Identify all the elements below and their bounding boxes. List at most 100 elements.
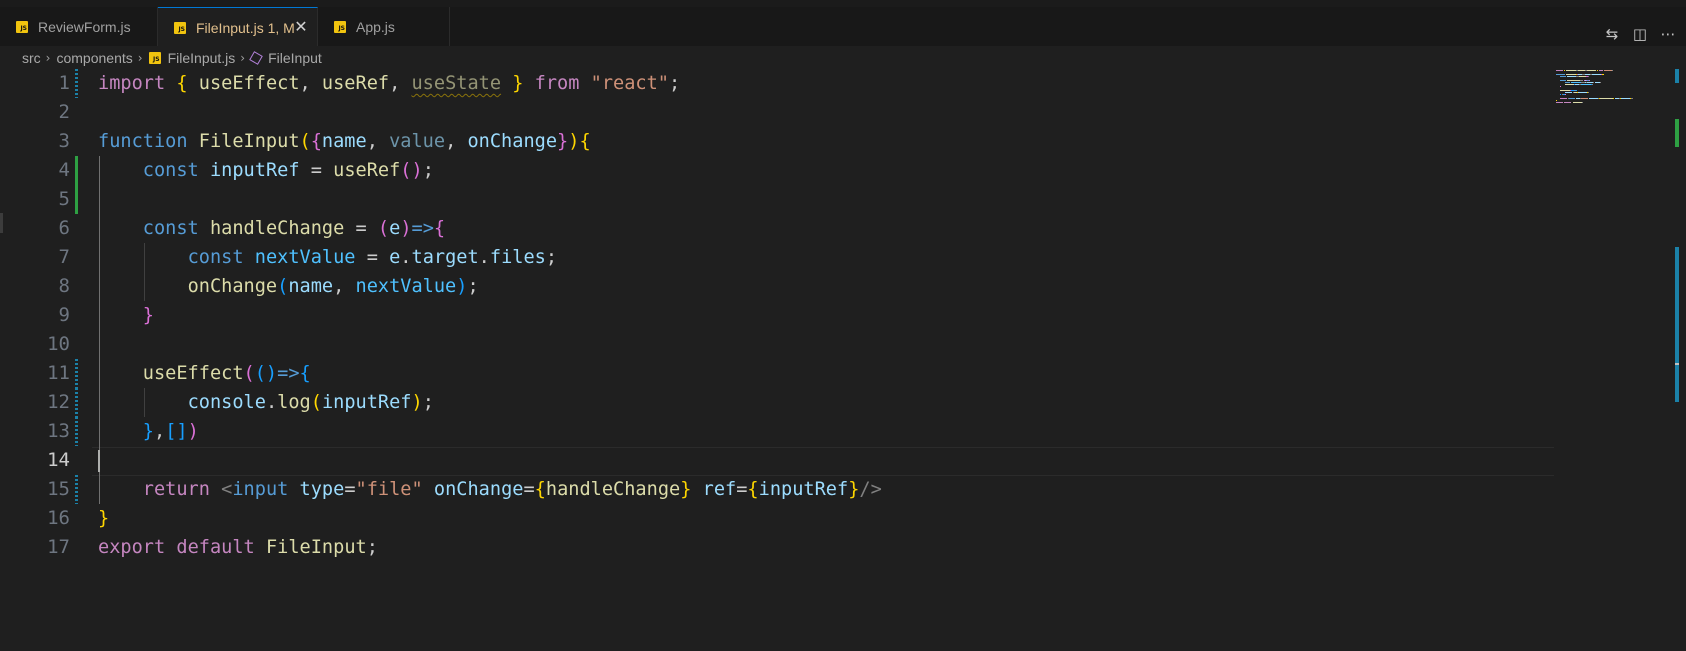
code-token: FileInput [265, 537, 367, 558]
code-token: inputRef [209, 160, 300, 181]
breadcrumb-item-file[interactable]: FileInput.js [168, 50, 236, 66]
code-token: name [288, 276, 334, 297]
tab-app[interactable]: JS App.js [318, 7, 450, 46]
minimap-segment [1575, 90, 1577, 91]
minimap-segment [1578, 92, 1587, 93]
code-token: input [232, 479, 289, 500]
tab-reviewform[interactable]: JS ReviewForm.js [0, 7, 158, 46]
code-token: = [344, 218, 378, 239]
javascript-file-icon: JS [174, 21, 186, 34]
git-modified-marker[interactable] [75, 388, 78, 417]
code-token: useEffect [198, 73, 300, 94]
code-token: ; [422, 392, 434, 413]
code-token: . [478, 247, 490, 268]
sash-handle[interactable] [0, 213, 3, 233]
line-number: 3 [58, 130, 70, 152]
git-added-marker[interactable] [75, 185, 78, 214]
scrollbar-marker [1675, 119, 1679, 147]
code-token: ; [545, 247, 558, 268]
code-token: = [523, 479, 535, 500]
code-token: useRef [321, 73, 390, 94]
minimap[interactable] [1552, 69, 1672, 149]
code-token: ) [411, 392, 423, 413]
code-token: ) [456, 276, 468, 297]
scrollbar-marker [1675, 247, 1679, 402]
code-token: { [534, 479, 546, 500]
code-token: handleChange [209, 218, 345, 239]
code-token: ref [702, 479, 737, 500]
minimap-segment [1569, 98, 1575, 99]
code-line[interactable]: const inputRef = useRef(); [98, 156, 434, 185]
code-token: , [333, 276, 356, 297]
minimap-segment [1564, 92, 1573, 93]
git-modified-marker[interactable] [75, 69, 78, 98]
symbol-component-icon [249, 50, 263, 65]
git-modified-marker[interactable] [75, 475, 78, 504]
split-editor-icon[interactable]: ◫ [1626, 20, 1654, 48]
minimap-segment [1567, 76, 1576, 77]
close-icon[interactable]: ✕ [292, 18, 310, 36]
code-token: "file" [355, 479, 423, 500]
breadcrumb-item-src[interactable]: src [22, 50, 41, 66]
minimap-segment [1556, 100, 1558, 101]
git-modified-marker[interactable] [75, 417, 78, 446]
code-line[interactable]: export default FileInput; [98, 533, 378, 562]
code-line[interactable]: console.log(inputRef); [98, 388, 434, 417]
code-token: useState [411, 73, 502, 94]
more-actions-icon[interactable]: ⋯ [1654, 20, 1682, 48]
minimap-segment [1565, 74, 1576, 75]
code-token: export [98, 537, 166, 558]
minimap-segment [1630, 98, 1633, 99]
minimap-segment [1600, 98, 1614, 99]
vertical-scrollbar[interactable] [1673, 69, 1686, 651]
code-token: = [355, 247, 390, 268]
breadcrumb-item-components[interactable]: components [56, 50, 132, 66]
git-added-marker[interactable] [75, 156, 78, 185]
code-line[interactable]: } [98, 504, 109, 533]
line-number: 10 [47, 333, 70, 355]
code-token: , [153, 421, 166, 442]
breadcrumb-item-symbol[interactable]: FileInput [268, 50, 322, 66]
compare-changes-icon[interactable]: ⇆ [1598, 20, 1626, 48]
code-line[interactable]: const nextValue = e.target.files; [98, 243, 558, 272]
code-line[interactable]: useEffect(()=>{ [98, 359, 311, 388]
code-line[interactable]: import { useEffect, useRef, useState } f… [98, 69, 680, 98]
code-line[interactable]: } [98, 301, 154, 330]
minimap-segment [1560, 80, 1566, 81]
code-token: inputRef [758, 479, 849, 500]
minimap-segment [1582, 102, 1584, 103]
code-line[interactable]: return <input type="file" onChange={hand… [98, 475, 882, 504]
code-editor[interactable]: 1 import { useEffect, useRef, useState } … [0, 69, 1686, 651]
code-line[interactable]: function FileInput({name, value, onChang… [98, 127, 591, 156]
minimap-segment [1563, 102, 1572, 103]
git-modified-marker[interactable] [75, 359, 78, 388]
minimap-segment [1592, 84, 1594, 85]
code-token: /> [859, 479, 882, 500]
code-token: { [433, 218, 446, 239]
code-line[interactable]: onChange(name, nextValue); [98, 272, 479, 301]
code-token: useEffect [142, 363, 244, 384]
line-number: 9 [58, 304, 70, 326]
code-line[interactable]: const handleChange = (e)=>{ [98, 214, 445, 243]
line-number: 1 [58, 72, 70, 94]
code-line[interactable]: },[]) [98, 417, 199, 446]
code-token: } [848, 479, 860, 500]
code-token: FileInput [198, 131, 300, 152]
code-token: , [366, 131, 390, 152]
code-token: default [176, 537, 255, 558]
code-token: name [321, 131, 367, 152]
minimap-segment [1589, 80, 1591, 81]
minimap-segment [1604, 70, 1613, 71]
tab-fileinput[interactable]: JS FileInput.js 1, M ✕ [158, 7, 318, 47]
code-token: = [299, 160, 334, 181]
minimap-segment [1572, 102, 1583, 103]
